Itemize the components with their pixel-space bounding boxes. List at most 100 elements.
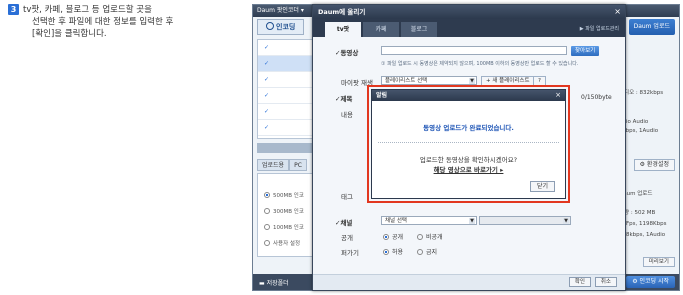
tab-tvpot[interactable]: tv팟	[325, 22, 361, 37]
notification-popup: 알림 × 동영상 업로드가 완료되었습니다. 업로드한 동영상을 확인하시겠어요…	[371, 89, 566, 199]
popup-close-button[interactable]: 닫기	[529, 181, 555, 192]
instruction-text-3: [확인]을 클릭합니다.	[32, 29, 107, 39]
channel-label: ✓채널	[335, 219, 353, 227]
video-path-input[interactable]	[381, 46, 567, 55]
dialog-title: Daum에 올리기	[313, 5, 625, 19]
settings-button[interactable]: ⚙ 환경설정	[633, 159, 675, 171]
public-option-label: 공개	[392, 234, 404, 241]
info-line: udio Audio	[619, 119, 649, 125]
public-option[interactable]: 공개	[383, 232, 403, 241]
dialog-tabs: tv팟 카페 블로그 ▶ 파일 업로드관리	[313, 19, 625, 37]
preset-option-label: 500MB 인코	[273, 193, 304, 199]
channel-select[interactable]: 채널 선택 ▼	[381, 216, 477, 225]
start-encode-label: 인코딩 시작	[639, 278, 669, 285]
instruction-text-2: 선택한 후 파일에 대한 정보를 입력한 후	[32, 17, 174, 27]
chevron-down-icon: ▼	[469, 218, 475, 224]
popup-title: 알림	[372, 90, 565, 101]
folder-icon: ▬	[259, 280, 267, 287]
tab-pc-preset[interactable]: PC	[289, 159, 307, 171]
preset-panel: 500MB 인코 300MB 인코 100MB 인코 사용자 설정	[257, 173, 317, 257]
scrap-deny-option[interactable]: 금지	[417, 247, 437, 256]
file-row[interactable]: ✓	[258, 88, 316, 104]
output-info-top: 오디오 : 832kbps udio Audio 4kbps, 1Audio	[619, 45, 675, 136]
file-row[interactable]: ✓	[258, 56, 316, 72]
tab-cafe[interactable]: 카페	[363, 22, 399, 37]
gear-icon: ⚙	[639, 161, 647, 168]
preset-option-label: 300MB 인코	[273, 209, 304, 215]
private-option-label: 비공개	[426, 234, 443, 241]
chevron-down-icon: ▼	[563, 218, 569, 224]
browse-button[interactable]: 찾아보기	[571, 46, 600, 56]
app-tabs: 인코딩	[257, 19, 305, 35]
confirm-question: 업로드한 동영상을 확인하시겠어요?	[419, 156, 518, 164]
settings-button-label: 환경설정	[646, 161, 669, 168]
tag-label: 태그	[341, 193, 353, 201]
radio-icon	[264, 240, 270, 246]
start-encode-button[interactable]: ⚙ 인코딩 시작	[626, 276, 675, 288]
divider	[378, 142, 559, 143]
save-folder-text: 저장폴더	[266, 280, 289, 287]
preset-option-label: 100MB 인코	[273, 225, 304, 231]
output-info-bottom: Daum 업로드 용량 : 502 MB 00Fps, 1198Kbps 128…	[619, 189, 675, 241]
upload-manage-link[interactable]: ▶ 파일 업로드관리	[580, 25, 619, 32]
info-line: 128kbps, 1Audio	[619, 232, 666, 238]
tab-blog[interactable]: 블로그	[401, 22, 437, 37]
preset-tabs: 업로드용 PC	[257, 159, 307, 171]
chevron-down-icon: ▼	[469, 78, 475, 84]
private-option[interactable]: 비공개	[417, 232, 443, 241]
scrap-label: 퍼가기	[341, 249, 359, 257]
file-row[interactable]: ✓	[258, 40, 316, 56]
cancel-button[interactable]: 취소	[594, 277, 617, 287]
daum-upload-button[interactable]: Daum 업로드	[628, 19, 675, 35]
channel-select-value: 채널 선택	[385, 218, 407, 224]
tab-encode[interactable]: 인코딩	[257, 19, 305, 35]
tab-upload-preset[interactable]: 업로드용	[257, 159, 290, 171]
close-icon[interactable]: ×	[614, 7, 621, 17]
title-counter: 0/150byte	[581, 94, 612, 101]
file-row[interactable]: ✓	[258, 120, 316, 136]
instruction-block: 3 tv팟, 카페, 블로그 등 업로드할 곳을 선택한 후 파일에 대한 정보를…	[8, 4, 248, 40]
dialog-footer: 확인 취소	[313, 274, 625, 290]
radio-icon	[264, 208, 270, 214]
upload-complete-message: 동영상 업로드가 완료되었습니다.	[423, 124, 514, 132]
content-label: 내용	[341, 111, 353, 119]
radio-icon	[417, 234, 423, 240]
radio-selected-icon	[383, 249, 389, 255]
file-row[interactable]: ✓	[258, 104, 316, 120]
confirm-button[interactable]: 확인	[568, 277, 591, 287]
instruction-line-1: 3 tv팟, 카페, 블로그 등 업로드할 곳을	[8, 4, 248, 16]
public-label: 공개	[341, 234, 353, 242]
playlist-select[interactable]: 플레이리스트 선택 ▼	[381, 76, 477, 85]
preset-option-label: 사용자 설정	[273, 241, 301, 247]
channel-sub-select[interactable]: ▼	[479, 216, 571, 225]
file-list-toolbar[interactable]	[257, 143, 317, 153]
video-hint: ① 파일 업로드 시 동영상은 제약되지 않으며, 100MB 이하의 동영상만…	[381, 61, 579, 67]
info-line: 용량 : 502 MB	[619, 210, 656, 216]
radio-selected-icon	[264, 192, 270, 198]
radio-icon	[264, 224, 270, 230]
preset-option[interactable]: 300MB 인코	[258, 204, 316, 220]
scrap-deny-label: 금지	[426, 249, 438, 256]
info-line: 00Fps, 1198Kbps	[619, 221, 667, 227]
instruction-text-1: tv팟, 카페, 블로그 등 업로드할 곳을	[23, 5, 152, 15]
info-line: Daum 업로드	[619, 191, 653, 197]
scrap-allow-label: 허용	[392, 249, 404, 256]
scrap-allow-option[interactable]: 허용	[383, 247, 403, 256]
preset-option[interactable]: 500MB 인코	[258, 188, 316, 204]
file-row[interactable]: ✓	[258, 72, 316, 88]
radio-icon	[417, 249, 423, 255]
info-line: 4kbps, 1Audio	[619, 128, 659, 134]
video-label: ✓동영상	[335, 49, 359, 57]
file-list: ✓ ✓ ✓ ✓ ✓ ✓	[257, 39, 317, 139]
title-label: ✓제목	[335, 95, 353, 103]
save-folder-label[interactable]: ▬ 저장폴더	[259, 278, 289, 287]
radio-selected-icon	[383, 234, 389, 240]
close-icon[interactable]: ×	[555, 90, 561, 101]
preset-option[interactable]: 100MB 인코	[258, 220, 316, 236]
info-line: 오디오 : 832kbps	[619, 90, 664, 96]
playlist-select-value: 플레이리스트 선택	[385, 78, 428, 84]
preview-button[interactable]: 미리보기	[642, 257, 675, 267]
go-to-video-link[interactable]: 해당 영상으로 바로가기 ▸	[372, 164, 565, 174]
preset-option[interactable]: 사용자 설정	[258, 236, 316, 252]
encode-icon	[266, 22, 274, 30]
